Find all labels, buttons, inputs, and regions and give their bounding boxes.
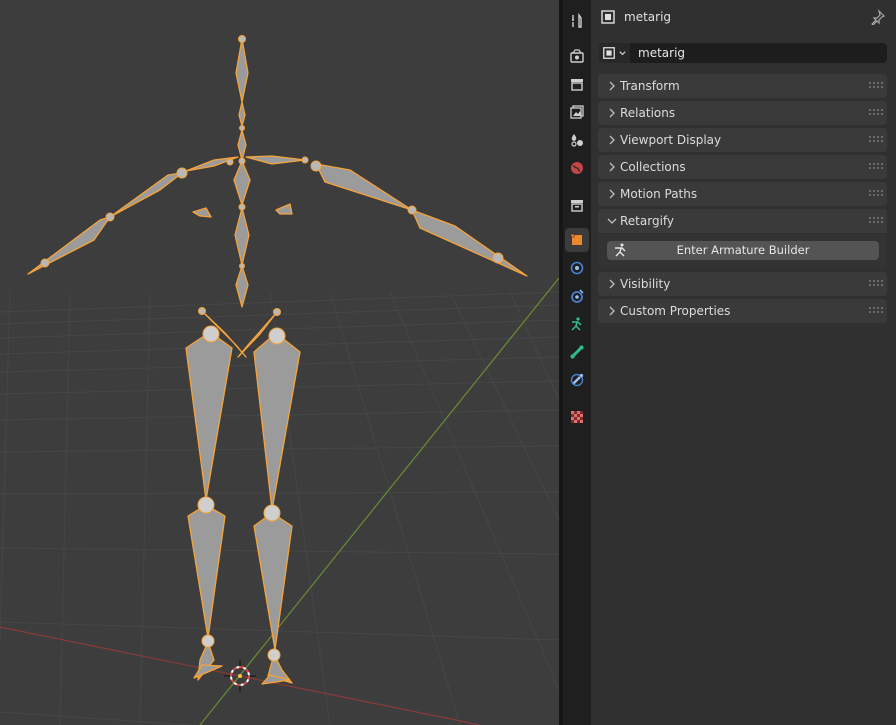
chevron-right-icon	[609, 279, 615, 289]
panel-label: Transform	[620, 79, 680, 93]
modifier-icon	[570, 261, 584, 275]
panel-viewport-display[interactable]: Viewport Display	[598, 128, 887, 152]
tab-tool[interactable]	[565, 9, 589, 33]
bone-upper-arm-left[interactable]	[109, 172, 183, 218]
panel-label: Custom Properties	[620, 304, 731, 318]
properties-editor: metarig metarig Transform Relations View…	[591, 0, 896, 725]
bone-head[interactable]	[235, 38, 249, 103]
viewport-scene	[0, 35, 559, 725]
object-name-row: metarig	[599, 43, 887, 63]
3d-viewport[interactable]	[0, 0, 559, 725]
bone-spine[interactable]	[234, 207, 250, 266]
panel-visibility[interactable]: Visibility	[598, 272, 887, 296]
bone-neck[interactable]	[238, 101, 246, 127]
object-type-dropdown[interactable]	[599, 43, 630, 63]
object-name-field[interactable]: metarig	[630, 43, 887, 63]
tab-object[interactable]	[565, 228, 589, 252]
drag-handle-icon[interactable]	[869, 163, 883, 169]
bone-thigh-right[interactable]	[253, 332, 301, 511]
tab-render[interactable]	[565, 44, 589, 68]
chevron-down-icon	[607, 218, 617, 224]
chevron-down-icon	[619, 50, 626, 55]
properties-header: metarig	[591, 0, 896, 34]
chevron-right-icon	[609, 81, 615, 91]
panel-label: Viewport Display	[620, 133, 722, 147]
tab-scene[interactable]	[565, 128, 589, 152]
enter-armature-builder-button[interactable]: Enter Armature Builder	[607, 241, 879, 260]
3d-cursor-icon[interactable]	[224, 660, 256, 692]
bone-shoulder-right[interactable]	[245, 155, 306, 165]
metarig-armature[interactable]	[27, 38, 528, 685]
bone-neck-lower[interactable]	[237, 129, 247, 161]
tab-bone[interactable]	[565, 340, 589, 364]
object-data-icon	[601, 10, 615, 24]
bone-hips[interactable]	[235, 265, 249, 308]
panel-motion-paths[interactable]: Motion Paths	[598, 182, 887, 206]
enter-armature-builder-label: Enter Armature Builder	[676, 243, 810, 257]
panel-retargify[interactable]: Retargify	[598, 209, 887, 233]
render-icon	[570, 49, 584, 63]
panel-transform[interactable]: Transform	[598, 74, 887, 98]
bone-shin-right[interactable]	[253, 512, 293, 651]
drag-handle-icon[interactable]	[869, 280, 883, 286]
panel-label: Retargify	[620, 214, 675, 228]
tab-modifier[interactable]	[565, 256, 589, 280]
bone-upper-arm-right[interactable]	[315, 163, 413, 211]
tab-object-data-armature[interactable]	[565, 312, 589, 336]
tab-collection[interactable]	[565, 193, 589, 217]
drag-handle-icon[interactable]	[869, 307, 883, 313]
drag-handle-icon[interactable]	[869, 136, 883, 142]
drag-handle-icon[interactable]	[869, 190, 883, 196]
bone-constraint-icon	[570, 373, 584, 387]
bone-chest[interactable]	[233, 160, 251, 206]
panel-custom-properties[interactable]: Custom Properties	[598, 299, 887, 323]
tab-bone-constraint[interactable]	[565, 368, 589, 392]
object-name-label: metarig	[624, 10, 672, 24]
physics-icon	[571, 289, 584, 303]
chevron-right-icon	[609, 135, 615, 145]
scene-icon	[571, 134, 583, 147]
bone-forearm-left[interactable]	[27, 216, 111, 275]
tab-view-layer[interactable]	[565, 100, 589, 124]
panel-label: Collections	[620, 160, 686, 174]
bone-shin-left[interactable]	[187, 504, 226, 639]
chevron-right-icon	[609, 108, 615, 118]
bone-icon	[570, 345, 584, 359]
properties-tab-bar	[563, 0, 591, 725]
panel-label: Relations	[620, 106, 676, 120]
drag-handle-icon[interactable]	[869, 217, 883, 223]
bone-forearm-right[interactable]	[411, 209, 528, 277]
object-data-icon	[603, 47, 615, 59]
collection-icon	[571, 200, 583, 212]
bone-breast-right[interactable]	[275, 203, 293, 215]
panel-retargify-body: Enter Armature Builder	[598, 234, 887, 269]
tab-texture[interactable]	[565, 405, 589, 429]
chevron-right-icon	[609, 189, 615, 199]
drag-handle-icon[interactable]	[869, 109, 883, 115]
bone-breast-left[interactable]	[192, 207, 212, 218]
y-axis-line	[199, 277, 559, 725]
tool-icon	[572, 13, 582, 28]
panel-relations[interactable]: Relations	[598, 101, 887, 125]
panel-collections[interactable]: Collections	[598, 155, 887, 179]
tab-output[interactable]	[565, 72, 589, 96]
object-icon	[570, 233, 582, 245]
object-data-armature-icon	[571, 317, 582, 331]
world-icon	[571, 162, 583, 174]
tab-world[interactable]	[565, 156, 589, 180]
panel-label: Motion Paths	[620, 187, 698, 201]
view-layer-icon	[570, 105, 584, 119]
chevron-right-icon	[609, 162, 615, 172]
output-icon	[571, 79, 583, 91]
tab-physics[interactable]	[565, 284, 589, 308]
pin-icon[interactable]	[870, 9, 886, 25]
drag-handle-icon[interactable]	[869, 82, 883, 88]
chevron-right-icon	[609, 306, 615, 316]
armature-pose-icon	[615, 243, 626, 257]
texture-icon	[571, 411, 583, 423]
panel-label: Visibility	[620, 277, 671, 291]
